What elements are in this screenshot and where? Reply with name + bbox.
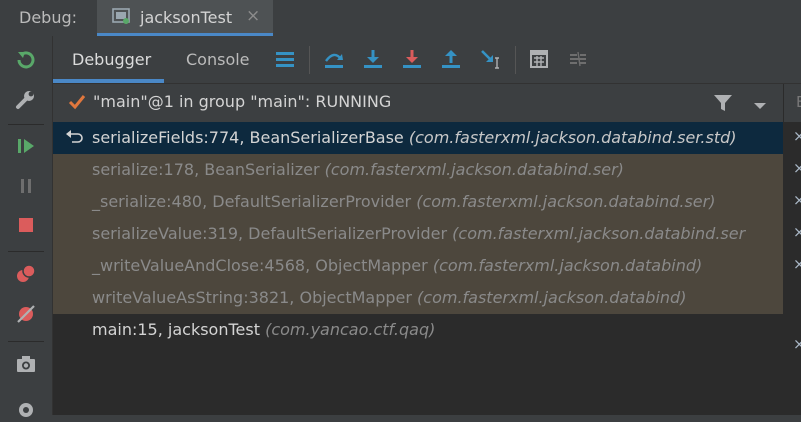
toolbar-divider [8,341,44,342]
close-icon[interactable]: × [793,159,801,177]
frame-label: _writeValueAndClose:4568, ObjectMapper (… [92,256,702,275]
close-icon[interactable]: × [246,6,260,26]
debugger-toolbar: Debugger Console [53,36,801,84]
frame-row[interactable]: writeValueAsString:3821, ObjectMapper (c… [53,282,783,314]
toolbar-divider [515,46,516,74]
force-step-into-icon[interactable] [401,48,423,70]
step-over-icon[interactable] [323,48,345,70]
evaluate-expression-icon[interactable] [528,48,550,70]
thread-selector[interactable]: "main"@1 in group "main": RUNNING [53,84,783,122]
mute-breakpoints-icon[interactable] [14,302,38,326]
close-icon[interactable]: × [793,127,801,145]
thread-status: "main"@1 in group "main": RUNNING [93,92,392,111]
frame-row[interactable]: serialize:178, BeanSerializer (com.faste… [53,154,783,186]
return-icon [65,128,85,152]
frame-method: serialize:178, BeanSerializer [92,160,320,179]
view-breakpoints-icon[interactable] [14,262,38,286]
frame-method: serializeValue:319, DefaultSerializerPro… [92,224,448,243]
frame-method: _writeValueAndClose:4568, ObjectMapper [92,256,428,275]
pause-icon[interactable] [14,174,38,198]
camera-icon[interactable] [14,352,38,376]
frame-row[interactable]: serializeFields:774, BeanSerializerBase … [53,122,783,154]
variables-header-label: E [796,93,801,111]
frame-label: serialize:178, BeanSerializer (com.faste… [92,160,624,179]
debug-title-bar: Debug: jacksonTest × [0,0,801,36]
tab-debugger[interactable]: Debugger [72,50,151,69]
debug-label: Debug: [19,8,78,27]
close-icon[interactable]: × [793,223,801,241]
frame-package: (com.fasterxml.jackson.databind.ser) [324,160,624,179]
left-toolbar [0,36,53,417]
frame-package: (com.fasterxml.jackson.databind.ser) [416,192,716,211]
wrench-icon[interactable] [14,88,38,112]
filter-icon[interactable] [713,93,733,117]
close-icon[interactable]: × [793,191,801,209]
frame-label: writeValueAsString:3821, ObjectMapper (c… [92,288,686,307]
trace-icon[interactable] [567,48,589,70]
frame-method: writeValueAsString:3821, ObjectMapper [92,288,412,307]
frame-package: (com.yancao.ctf.qaq) [265,320,436,339]
close-icon[interactable]: × [793,255,801,273]
toolbar-divider [8,251,44,252]
frame-row[interactable]: main:15, jacksonTest (com.yancao.ctf.qaq… [53,314,783,346]
frame-method: serializeFields:774, BeanSerializerBase [92,128,404,147]
frame-method: _serialize:480, DefaultSerializerProvide… [92,192,412,211]
variables-list: × × × × × × [784,122,801,415]
run-to-cursor-icon[interactable] [479,48,501,70]
run-tab-jacksontest[interactable]: jacksonTest × [97,0,273,36]
variables-header: E [784,84,801,122]
active-tab-indicator [53,79,164,83]
run-config-icon [112,8,130,24]
tab-console[interactable]: Console [186,50,250,69]
frame-label: serializeValue:319, DefaultSerializerPro… [92,224,745,243]
frame-method: main:15, jacksonTest [92,320,260,339]
frame-row[interactable]: _serialize:480, DefaultSerializerProvide… [53,186,783,218]
frame-package: (com.fasterxml.jackson.databind) [417,288,687,307]
rerun-icon[interactable] [14,48,38,72]
variables-panel: E × × × × × × [783,84,801,415]
frame-label: main:15, jacksonTest (com.yancao.ctf.qaq… [92,320,435,339]
layout-icon[interactable] [274,48,296,70]
check-icon [67,92,87,116]
toolbar-divider [309,46,310,74]
settings-icon[interactable] [14,398,38,422]
step-out-icon[interactable] [440,48,462,70]
stop-icon[interactable] [14,213,38,237]
chevron-down-icon[interactable] [753,96,767,115]
toolbar-divider [8,124,44,125]
step-into-icon[interactable] [362,48,384,70]
frame-package: (com.fasterxml.jackson.databind.ser.std) [408,128,737,147]
frames-list: serializeFields:774, BeanSerializerBase … [53,122,783,415]
resume-icon[interactable] [14,134,38,158]
close-icon[interactable]: × [793,335,801,353]
run-tab-label: jacksonTest [140,8,233,27]
frame-package: (com.fasterxml.jackson.databind.ser [452,224,746,243]
frame-label: _serialize:480, DefaultSerializerProvide… [92,192,715,211]
frame-package: (com.fasterxml.jackson.databind) [432,256,703,275]
frame-label: serializeFields:774, BeanSerializerBase … [92,128,737,147]
frame-row[interactable]: serializeValue:319, DefaultSerializerPro… [53,218,783,250]
frame-row[interactable]: _writeValueAndClose:4568, ObjectMapper (… [53,250,783,282]
